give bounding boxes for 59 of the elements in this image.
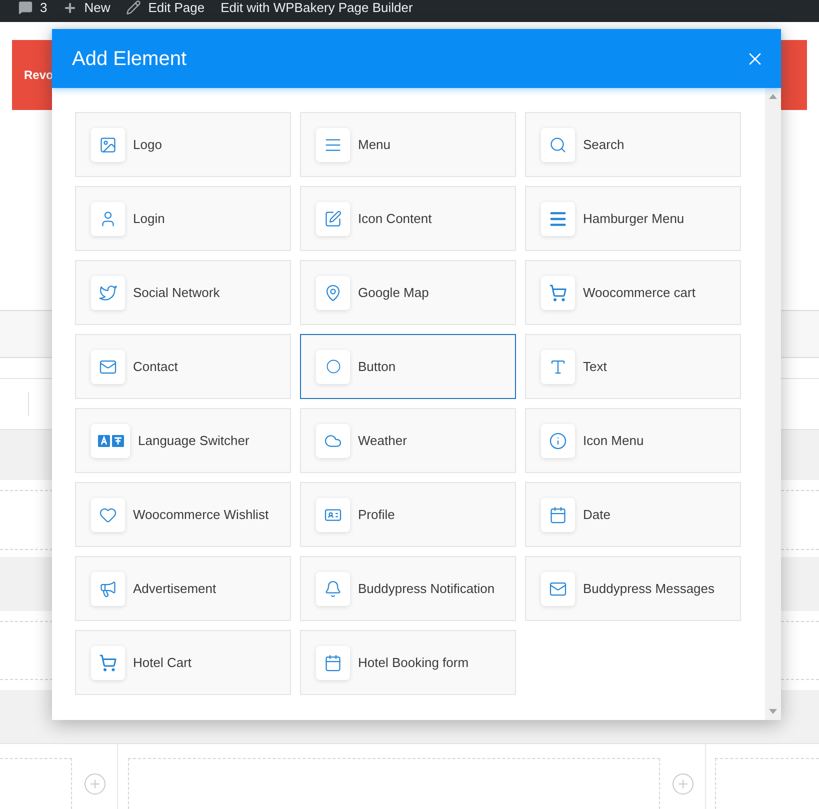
add-icon[interactable] [82, 772, 106, 796]
megaphone-icon [91, 572, 125, 606]
element-option[interactable]: Contact [75, 334, 291, 399]
element-option[interactable]: Menu [300, 112, 516, 177]
add-icon[interactable] [670, 772, 694, 796]
plus-icon [63, 0, 78, 14]
admin-bar-link[interactable]: Edit Page [126, 0, 205, 15]
cloud-icon [316, 424, 350, 458]
map-pin-icon [316, 276, 350, 310]
cart-icon [91, 646, 125, 680]
bird-icon [91, 276, 125, 310]
element-option[interactable]: Logo [75, 112, 291, 177]
id-card-icon [316, 498, 350, 532]
element-option[interactable]: Hamburger Menu [525, 186, 741, 251]
scrollbar[interactable] [765, 88, 781, 720]
user-icon [91, 202, 125, 236]
scroll-down-icon[interactable] [769, 709, 777, 714]
calendar-icon [541, 498, 575, 532]
element-option[interactable]: Weather [300, 408, 516, 473]
element-option[interactable]: Login [75, 186, 291, 251]
element-option[interactable]: Language Switcher [75, 408, 291, 473]
element-option[interactable]: Woocommerce Wishlist [75, 482, 291, 547]
element-option[interactable]: Hotel Cart [75, 630, 291, 695]
element-option[interactable]: Profile [300, 482, 516, 547]
search-icon [541, 128, 575, 162]
element-option[interactable]: Google Map [300, 260, 516, 325]
comment-icon [18, 0, 33, 15]
text-icon [541, 350, 575, 384]
element-option[interactable]: Icon Menu [525, 408, 741, 473]
element-option[interactable]: Buddypress Messages [525, 556, 741, 621]
element-option[interactable]: Text [525, 334, 741, 399]
admin-bar-link[interactable]: Edit with WPBakery Page Builder [220, 0, 413, 15]
envelope-icon [91, 350, 125, 384]
banner-text: Revo [24, 67, 54, 84]
element-option[interactable]: Social Network [75, 260, 291, 325]
edit-icon [316, 202, 350, 236]
info-icon [541, 424, 575, 458]
drop-zone [0, 758, 72, 809]
element-option[interactable]: Button [300, 334, 516, 399]
calendar-icon [316, 646, 350, 680]
menu-icon [541, 202, 575, 236]
element-option[interactable]: Woocommerce cart [525, 260, 741, 325]
lines-icon [316, 128, 350, 162]
element-option[interactable]: Buddypress Notification [300, 556, 516, 621]
language-icon [91, 424, 130, 458]
bell-icon [316, 572, 350, 606]
envelope-icon [541, 572, 575, 606]
scroll-up-icon[interactable] [769, 94, 777, 99]
dialog-title: Add Element [72, 46, 187, 72]
element-option[interactable]: Search [525, 112, 741, 177]
admin-bar-link[interactable]: 3 [18, 0, 48, 15]
element-option[interactable]: Hotel Booking form [300, 630, 516, 695]
pencil-icon [126, 0, 142, 15]
element-option[interactable]: Icon Content [300, 186, 516, 251]
cart-icon [541, 276, 575, 310]
image-icon [91, 128, 125, 162]
element-option[interactable]: Date [525, 482, 741, 547]
element-option[interactable]: Advertisement [75, 556, 291, 621]
admin-bar-link[interactable]: New [63, 0, 110, 15]
